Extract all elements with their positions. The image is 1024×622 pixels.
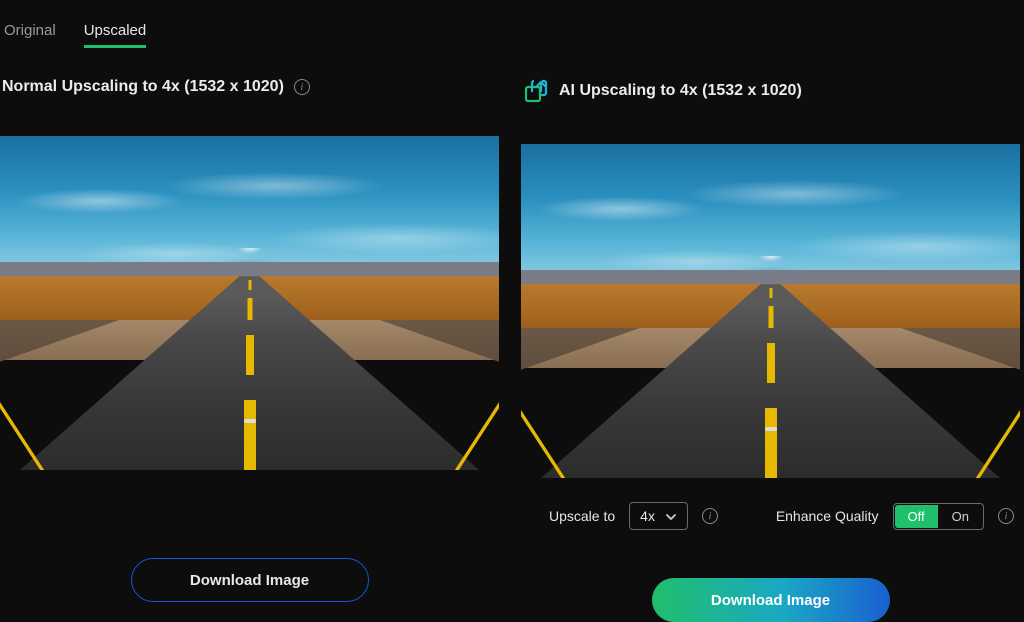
tab-upscaled[interactable]: Upscaled (84, 22, 147, 48)
enhance-quality-toggle[interactable]: Off On (893, 503, 984, 530)
toggle-on[interactable]: On (938, 504, 983, 529)
image-normal (0, 136, 499, 470)
upscale-select[interactable]: 4x (629, 502, 688, 530)
tabs: Original Upscaled (0, 22, 1024, 48)
heading-row-left: Normal Upscaling to 4x (1532 x 1020) i (0, 78, 499, 96)
ai-upscale-icon (523, 78, 549, 104)
info-icon[interactable]: i (998, 508, 1014, 524)
download-button-ai[interactable]: Download Image (652, 578, 890, 622)
download-button-normal[interactable]: Download Image (131, 558, 369, 602)
panel-ai-upscaling: AI Upscaling to 4x (1532 x 1020) Upscale… (521, 78, 1020, 622)
upscale-to-label: Upscale to (549, 508, 615, 524)
heading-ai: AI Upscaling to 4x (1532 x 1020) (559, 82, 802, 100)
toggle-off[interactable]: Off (895, 505, 938, 528)
info-icon[interactable]: i (702, 508, 718, 524)
heading-row-right: AI Upscaling to 4x (1532 x 1020) (521, 78, 1020, 104)
image-ai (521, 144, 1020, 478)
heading-normal: Normal Upscaling to 4x (1532 x 1020) (2, 78, 284, 96)
chevron-down-icon (665, 510, 677, 522)
panels: Normal Upscaling to 4x (1532 x 1020) i D… (0, 78, 1024, 622)
enhance-quality-label: Enhance Quality (776, 508, 879, 524)
panel-normal-upscaling: Normal Upscaling to 4x (1532 x 1020) i D… (0, 78, 499, 622)
tab-original[interactable]: Original (4, 22, 56, 48)
upscale-value: 4x (640, 508, 655, 524)
controls-row: Upscale to 4x i Enhance Quality Off On i (521, 478, 1020, 530)
info-icon[interactable]: i (294, 79, 310, 95)
